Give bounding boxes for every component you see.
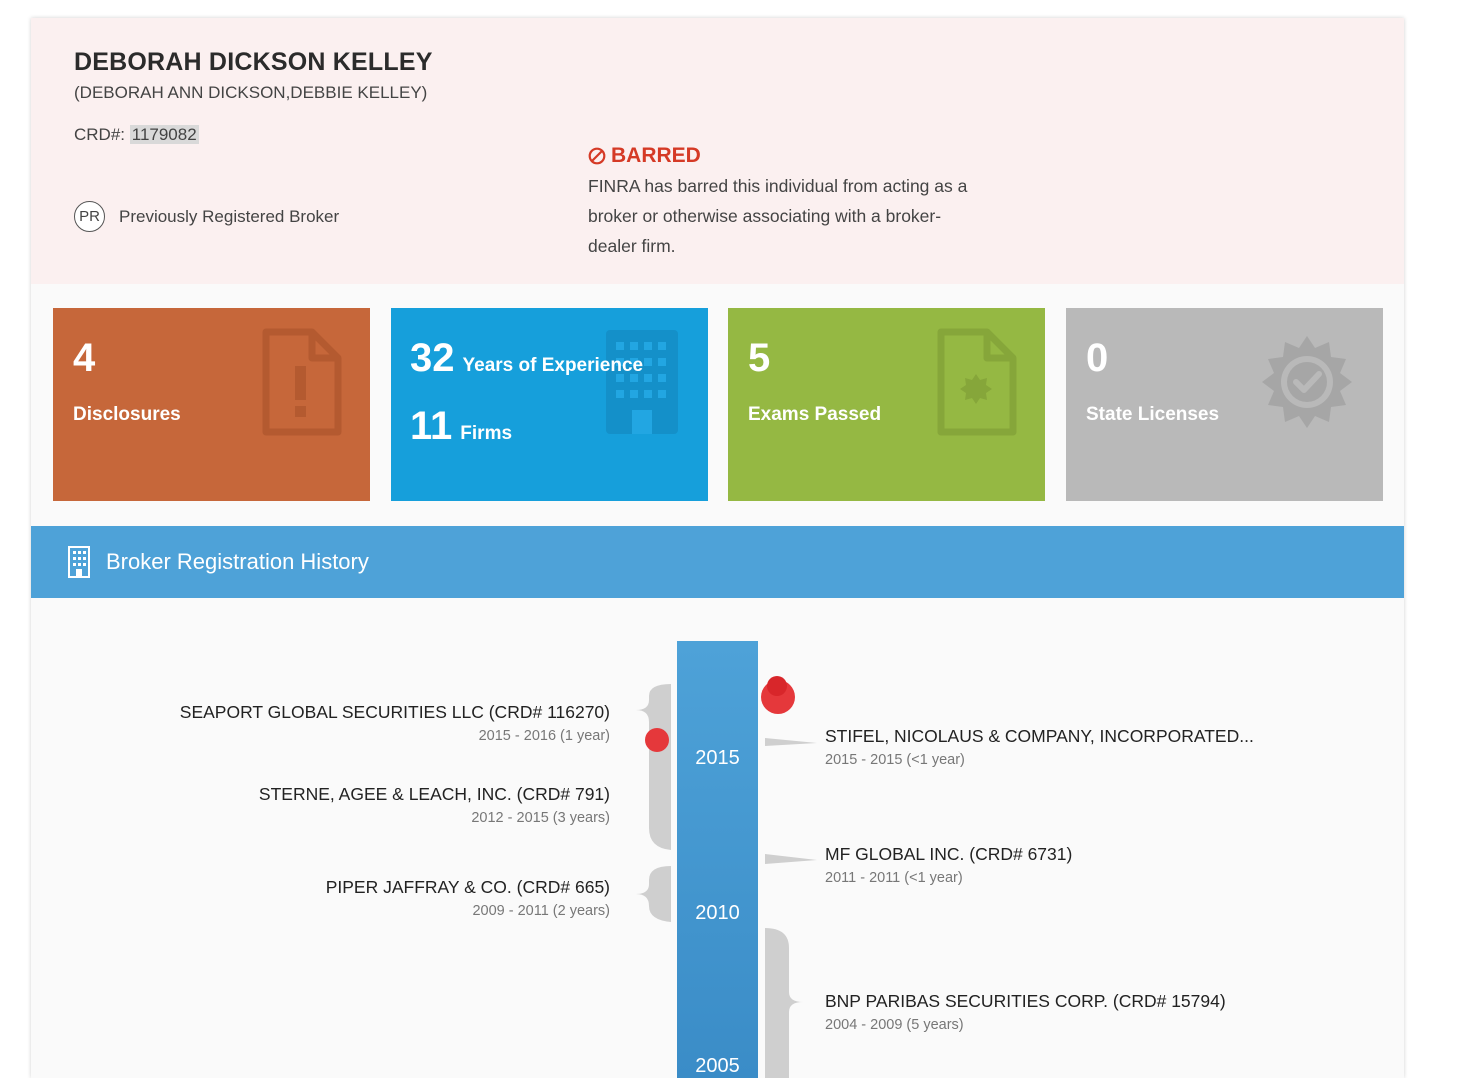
year-label: 2015 [695, 747, 740, 769]
firm-name: STERNE, AGEE & LEACH, INC. (CRD# 791) [258, 784, 610, 804]
licenses-tile[interactable]: 0 State Licenses [1066, 308, 1383, 501]
status-label: Previously Registered Broker [119, 206, 340, 226]
registration-history-header[interactable]: Broker Registration History [31, 526, 1404, 598]
disclosures-count: 4 [73, 336, 96, 380]
timeline-entry[interactable]: PIPER JAFFRAY & CO. (CRD# 665) 2009 - 20… [326, 877, 610, 919]
barred-title-text: BARRED [611, 144, 701, 167]
barred-alert-title: BARRED [588, 144, 701, 168]
licenses-count: 0 [1086, 336, 1109, 380]
pointer-right-2 [765, 854, 817, 864]
firm-dates: 2012 - 2015 (3 years) [471, 810, 610, 826]
firm-dates: 2009 - 2011 (2 years) [472, 903, 610, 919]
exams-label: Exams Passed [748, 404, 882, 425]
year-label: 2005 [695, 1055, 740, 1077]
disclosures-tile[interactable]: 4 Disclosures [53, 308, 370, 501]
pointer-right-1 [765, 738, 817, 746]
timeline-entry[interactable]: MF GLOBAL INC. (CRD# 6731) 2011 - 2011 (… [825, 844, 1072, 886]
firms-row: 11 Firms [410, 404, 512, 449]
broker-summary-card: DEBORAH DICKSON KELLEY (DEBORAH ANN DICK… [31, 18, 1404, 1078]
crd-label: CRD#: [74, 125, 126, 144]
disclosures-label: Disclosures [73, 404, 181, 425]
badge-check-icon [1262, 336, 1352, 428]
profile-header: DEBORAH DICKSON KELLEY (DEBORAH ANN DICK… [31, 18, 1404, 284]
bracket-left-2 [636, 866, 671, 922]
firms-value: 11 [410, 404, 453, 448]
years-label: Years of Experience [462, 355, 644, 376]
registration-timeline: 2015 2010 2005 SEAPORT GLOBAL SECURITIES… [31, 598, 1404, 1078]
licenses-label: State Licenses [1086, 404, 1220, 425]
firm-name: PIPER JAFFRAY & CO. (CRD# 665) [325, 877, 610, 897]
firm-name: SEAPORT GLOBAL SECURITIES LLC (CRD# 1162… [179, 702, 610, 722]
firm-dates: 2015 - 2016 (1 year) [478, 728, 610, 744]
disclosure-marker[interactable] [645, 728, 669, 752]
firm-name: BNP PARIBAS SECURITIES CORP. (CRD# 15794… [825, 991, 1226, 1011]
section-title: Broker Registration History [106, 549, 369, 574]
broker-aliases: (DEBORAH ANN DICKSON,DEBBIE KELLEY) [74, 83, 428, 102]
bracket-left-1 [636, 684, 671, 850]
prohibited-icon [588, 147, 606, 165]
firm-dates: 2015 - 2015 (<1 year) [825, 752, 965, 768]
timeline-entry[interactable]: BNP PARIBAS SECURITIES CORP. (CRD# 15794… [825, 991, 1226, 1033]
timeline-entry[interactable]: STERNE, AGEE & LEACH, INC. (CRD# 791) 20… [259, 784, 610, 826]
building-icon [68, 546, 90, 578]
certificate-document-icon [937, 328, 1017, 436]
years-value: 32 [410, 336, 455, 380]
broker-name: DEBORAH DICKSON KELLEY [74, 48, 433, 76]
crd-line: CRD#: 1179082 [74, 125, 199, 145]
year-label: 2010 [695, 902, 740, 924]
timeline-entry[interactable]: SEAPORT GLOBAL SECURITIES LLC (CRD# 1162… [180, 702, 610, 744]
firm-name: MF GLOBAL INC. (CRD# 6731) [825, 844, 1073, 864]
firms-label: Firms [460, 423, 513, 444]
exams-tile[interactable]: 5 Exams Passed [728, 308, 1045, 501]
bracket-right-1 [765, 928, 803, 1078]
barred-description: FINRA has barred this individual from ac… [588, 176, 968, 256]
firm-dates: 2011 - 2011 (<1 year) [825, 870, 963, 886]
exams-count: 5 [748, 336, 771, 380]
pr-badge-icon: PR [74, 201, 105, 232]
disclosure-marker[interactable] [767, 676, 787, 696]
document-alert-icon [262, 328, 342, 436]
registration-status: PR Previously Registered Broker [74, 201, 339, 232]
firm-dates: 2004 - 2009 (5 years) [825, 1017, 964, 1033]
timeline-axis [677, 641, 758, 1078]
timeline-entry[interactable]: STIFEL, NICOLAUS & COMPANY, INCORPORATED… [825, 726, 1254, 768]
crd-number[interactable]: 1179082 [129, 125, 199, 144]
firm-name: STIFEL, NICOLAUS & COMPANY, INCORPORATED… [825, 726, 1254, 746]
experience-tile[interactable]: 32 Years of Experience 11 Firms [391, 308, 708, 501]
years-experience-row: 32 Years of Experience [410, 336, 643, 381]
